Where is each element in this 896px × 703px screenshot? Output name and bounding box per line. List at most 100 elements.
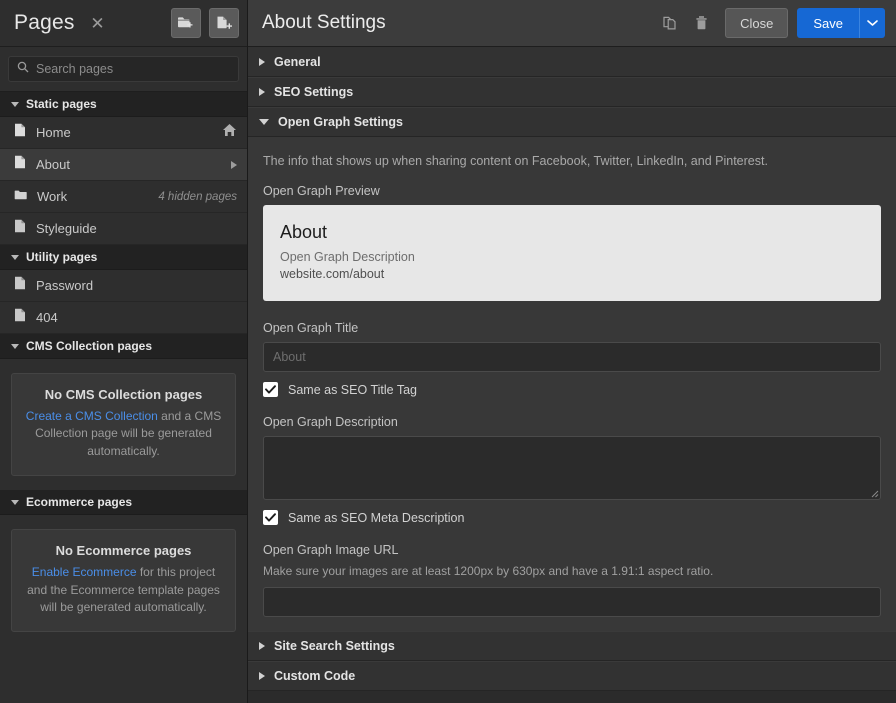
- triangle-right-icon: [259, 672, 265, 680]
- new-folder-icon[interactable]: [171, 8, 201, 38]
- sidebar-section-label: Static pages: [26, 97, 97, 111]
- preview-title: About: [280, 222, 328, 242]
- search-icon: [17, 60, 29, 78]
- page-icon: [14, 219, 26, 238]
- content-bottom-spacer: [248, 691, 896, 703]
- caret-down-icon: [11, 101, 19, 107]
- same-as-seo-meta-description-label: Same as SEO Meta Description: [288, 510, 465, 525]
- preview-url: website.com/about: [280, 267, 385, 281]
- app-root: Pages ✕ Search pages Static pages Home A…: [0, 0, 896, 703]
- triangle-right-icon: [259, 57, 265, 66]
- sidebar-section-label: CMS Collection pages: [26, 339, 153, 353]
- open-graph-description-note: The info that shows up when sharing cont…: [263, 154, 768, 168]
- caret-down-icon: [11, 343, 19, 349]
- page-title: About Settings: [262, 12, 386, 33]
- accordion-label: Custom Code: [274, 669, 356, 683]
- chevron-down-icon[interactable]: [859, 8, 885, 38]
- cms-empty-body: Create a CMS Collection and a CMS Collec…: [24, 408, 223, 460]
- checkbox-checked-icon[interactable]: [263, 382, 278, 397]
- cms-empty-state: No CMS Collection pages Create a CMS Col…: [11, 373, 236, 477]
- home-icon: [222, 123, 237, 142]
- enable-ecommerce-link[interactable]: Enable Ecommerce: [32, 565, 137, 579]
- triangle-down-icon: [259, 119, 269, 125]
- accordion-general[interactable]: General: [248, 47, 896, 77]
- accordion-label: Open Graph Settings: [278, 115, 404, 129]
- page-row-work[interactable]: Work 4 hidden pages: [0, 181, 247, 213]
- open-graph-title-label: Open Graph Title: [263, 321, 359, 335]
- sidebar-section-ecommerce-pages[interactable]: Ecommerce pages: [0, 490, 247, 516]
- accordion-seo-settings[interactable]: SEO Settings: [248, 77, 896, 107]
- sidebar-header: Pages ✕: [0, 0, 247, 47]
- page-name: Styleguide: [36, 221, 97, 236]
- pages-list: Static pages Home About Work 4 hidden pa…: [0, 92, 247, 703]
- open-graph-title-input[interactable]: [263, 342, 881, 372]
- page-name: 404: [36, 310, 58, 325]
- preview-description: Open Graph Description: [280, 250, 415, 264]
- settings-panel: About Settings Close Save General SEO Se…: [248, 0, 896, 703]
- same-as-seo-title-label: Same as SEO Title Tag: [288, 382, 417, 397]
- same-as-seo-title-row[interactable]: Same as SEO Title Tag: [263, 382, 881, 397]
- open-graph-image-url-hint: Make sure your images are at least 1200p…: [263, 564, 714, 578]
- page-row-home[interactable]: Home: [0, 117, 247, 149]
- open-graph-image-url-label: Open Graph Image URL: [263, 543, 399, 557]
- page-icon: [14, 308, 26, 327]
- save-button-group: Save: [797, 8, 885, 38]
- accordion-label: Site Search Settings: [274, 639, 395, 653]
- search-box[interactable]: [8, 56, 239, 82]
- page-row-about[interactable]: About: [0, 149, 247, 181]
- trash-icon[interactable]: [687, 9, 715, 37]
- ecommerce-empty-title: No Ecommerce pages: [55, 543, 192, 559]
- sidebar-section-label: Utility pages: [26, 250, 98, 264]
- ecommerce-empty-state: No Ecommerce pages Enable Ecommerce for …: [11, 529, 236, 633]
- accordion-site-search-settings[interactable]: Site Search Settings: [248, 631, 896, 661]
- accordion-label: General: [274, 54, 321, 69]
- new-page-icon[interactable]: [209, 8, 239, 38]
- create-cms-collection-link[interactable]: Create a CMS Collection: [26, 409, 158, 423]
- open-graph-preview-label: Open Graph Preview: [263, 184, 380, 198]
- caret-down-icon: [11, 254, 19, 260]
- ecommerce-empty-body: Enable Ecommerce for this project and th…: [24, 564, 223, 616]
- triangle-right-icon: [259, 88, 265, 96]
- chevron-right-icon[interactable]: [231, 160, 237, 169]
- page-row-styleguide[interactable]: Styleguide: [0, 213, 247, 245]
- pages-sidebar: Pages ✕ Search pages Static pages Home A…: [0, 0, 248, 703]
- search-container: [0, 47, 247, 92]
- duplicate-icon[interactable]: [656, 9, 684, 37]
- open-graph-body: The info that shows up when sharing cont…: [248, 137, 896, 631]
- page-name: Password: [36, 278, 94, 293]
- sidebar-title: Pages: [14, 11, 75, 34]
- close-button[interactable]: Close: [725, 8, 789, 38]
- triangle-right-icon: [259, 642, 265, 650]
- open-graph-image-url-input[interactable]: [263, 587, 881, 617]
- caret-down-icon: [11, 499, 19, 505]
- settings-header: About Settings Close Save: [248, 0, 896, 47]
- sidebar-section-utility-pages[interactable]: Utility pages: [0, 245, 247, 270]
- accordion-label: SEO Settings: [274, 85, 354, 99]
- accordion-open-graph-settings[interactable]: Open Graph Settings: [248, 107, 896, 137]
- page-row-password[interactable]: Password: [0, 270, 247, 302]
- page-name: Home: [36, 125, 71, 140]
- open-graph-preview-card: About Open Graph Description website.com…: [263, 205, 881, 301]
- page-name: Work: [37, 189, 68, 204]
- sidebar-section-static-pages[interactable]: Static pages: [0, 92, 247, 117]
- page-name: About: [36, 157, 70, 172]
- page-row-404[interactable]: 404: [0, 302, 247, 334]
- sidebar-section-label: Ecommerce pages: [26, 495, 133, 510]
- settings-content: General SEO Settings Open Graph Settings…: [248, 47, 896, 703]
- same-as-seo-meta-description-row[interactable]: Same as SEO Meta Description: [263, 510, 881, 525]
- hidden-pages-count: 4 hidden pages: [158, 190, 237, 203]
- open-graph-description-textarea[interactable]: [263, 436, 881, 500]
- page-icon: [14, 123, 26, 142]
- save-button[interactable]: Save: [797, 8, 859, 38]
- sidebar-section-cms-collection-pages[interactable]: CMS Collection pages: [0, 334, 247, 359]
- accordion-custom-code[interactable]: Custom Code: [248, 661, 896, 691]
- page-icon: [14, 155, 26, 174]
- cms-empty-title: No CMS Collection pages: [44, 387, 203, 402]
- checkbox-checked-icon[interactable]: [263, 510, 278, 525]
- close-icon[interactable]: ✕: [87, 12, 109, 34]
- open-graph-description-label: Open Graph Description: [263, 415, 398, 429]
- open-graph-description-wrap: [263, 436, 881, 500]
- page-icon: [14, 276, 26, 295]
- search-input[interactable]: [36, 62, 230, 76]
- folder-icon: [14, 188, 27, 206]
